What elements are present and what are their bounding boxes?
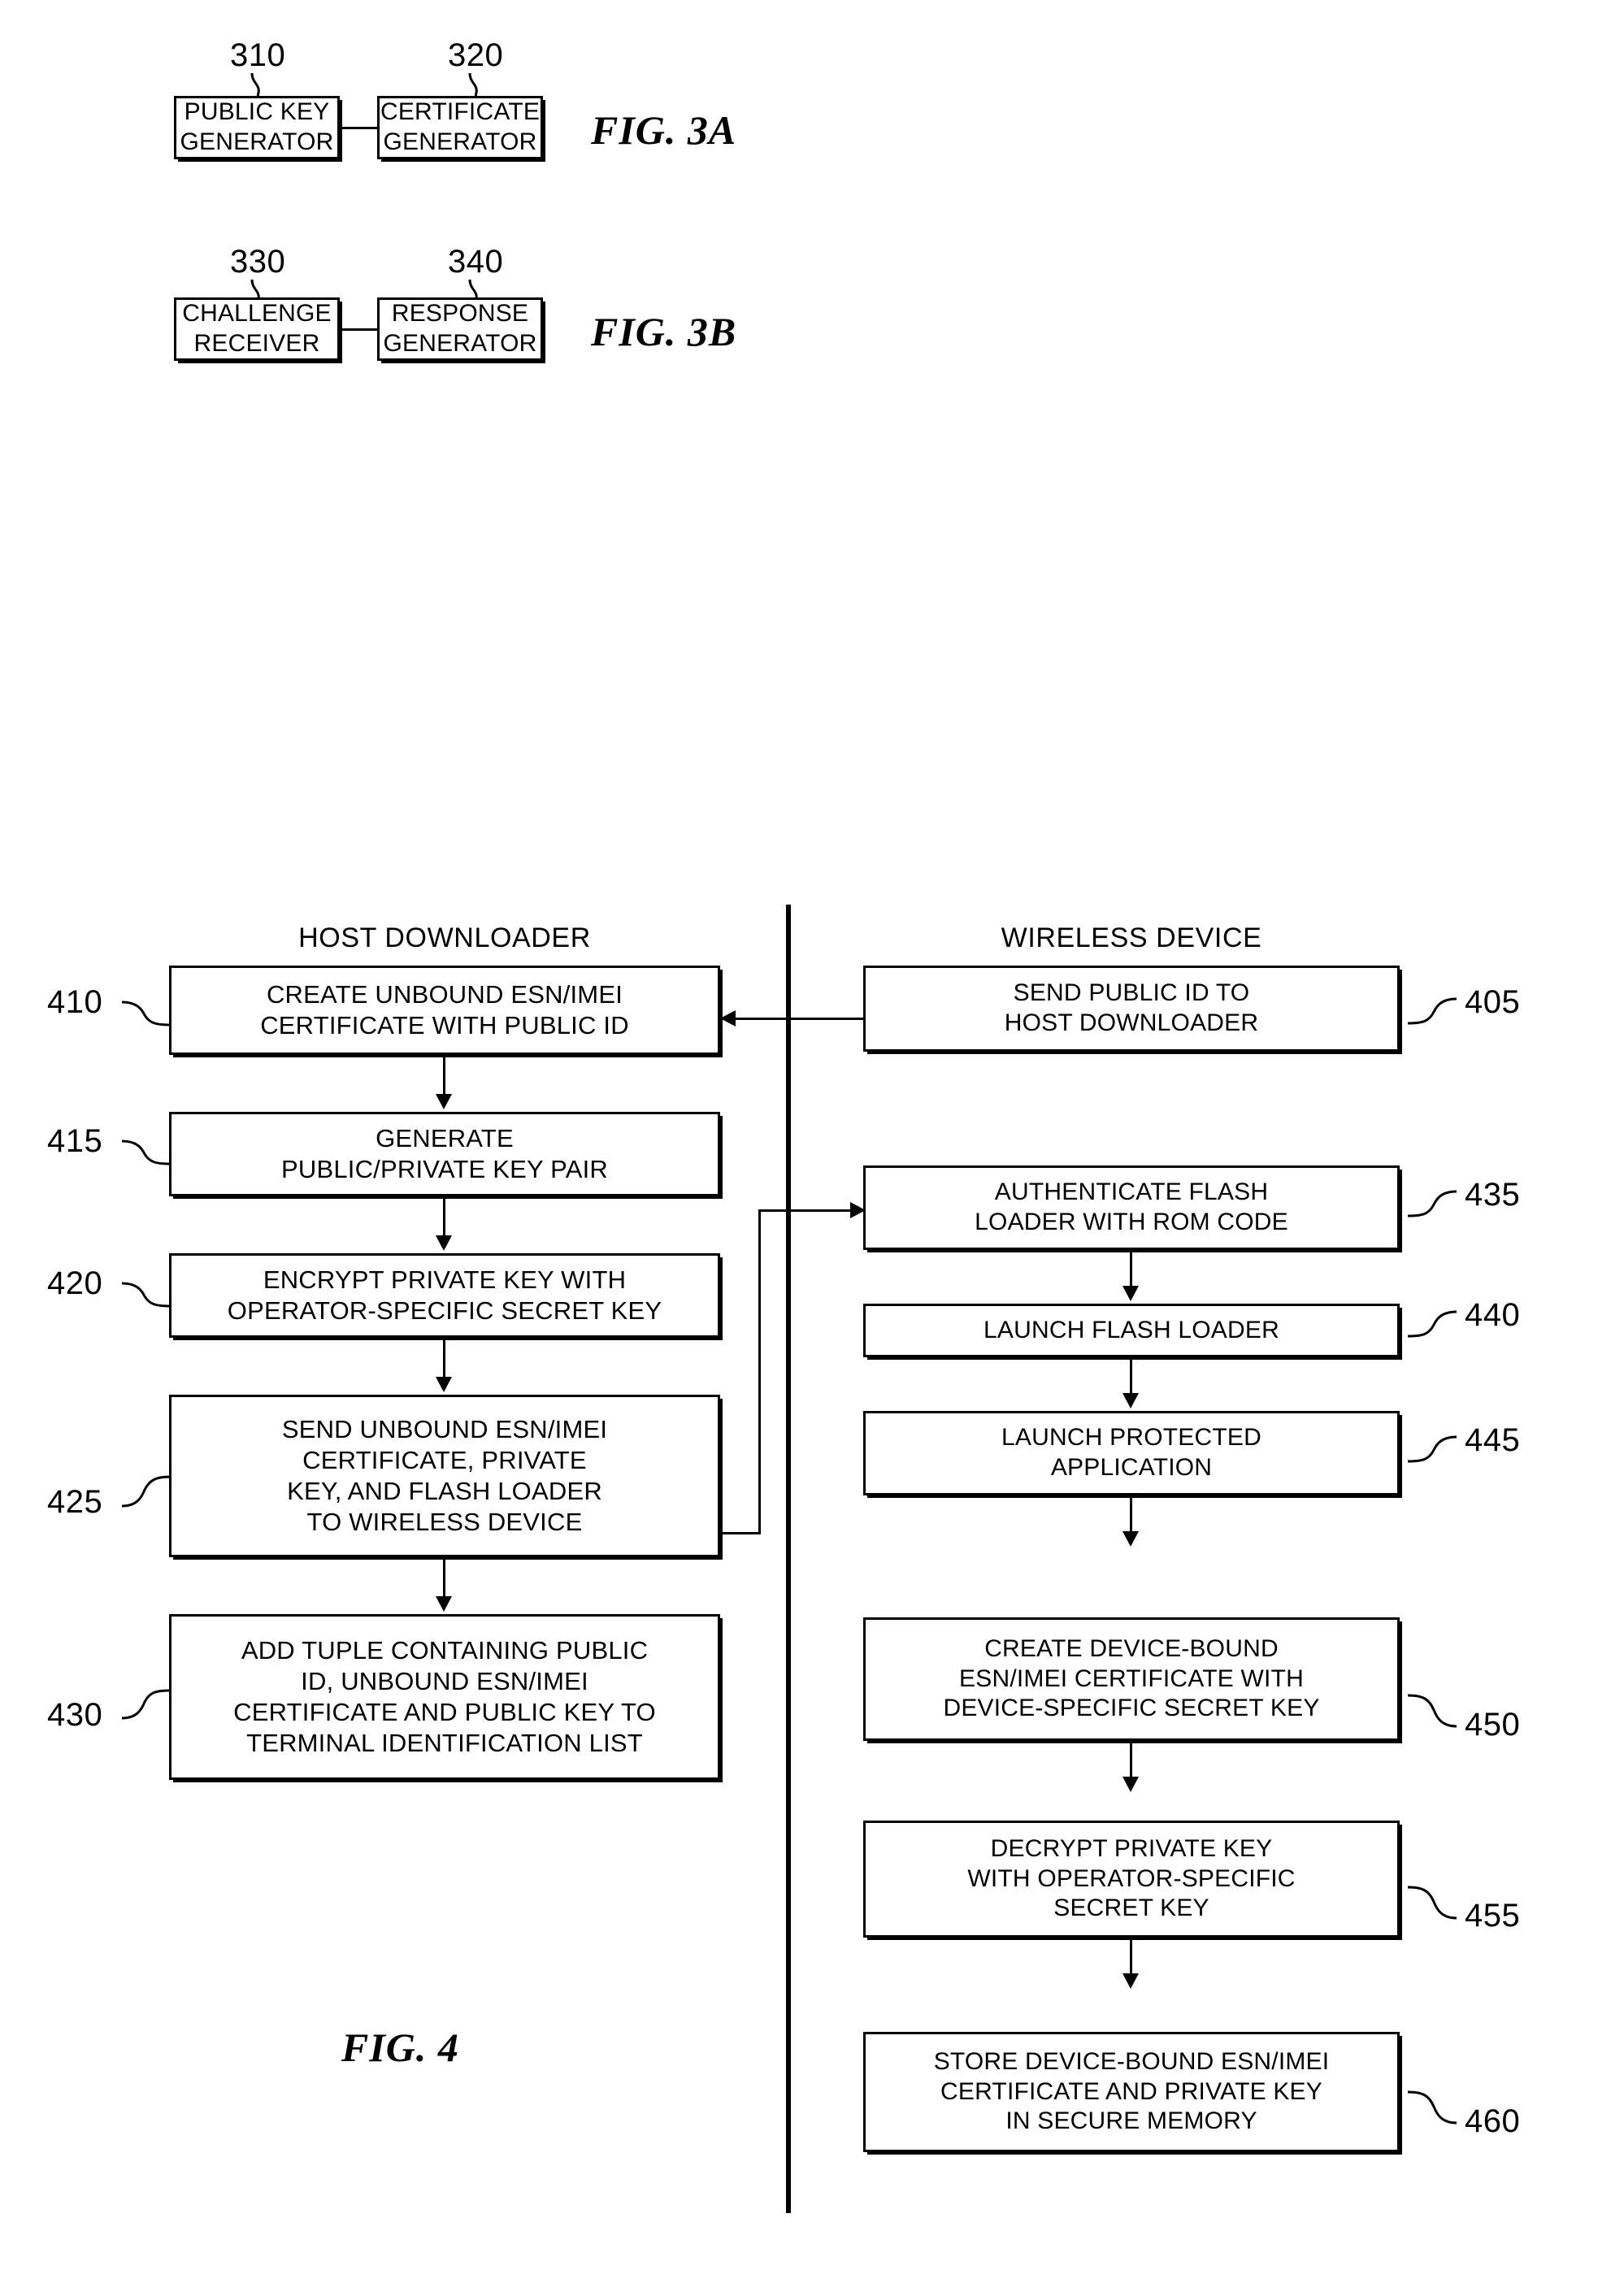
- step-405-send-public-id: SEND PUBLIC ID TO HOST DOWNLOADER: [863, 966, 1400, 1052]
- leader-line-415: [121, 1139, 172, 1165]
- block-public-key-generator: PUBLIC KEY GENERATOR: [174, 96, 340, 159]
- step-410-create-unbound-certificate: CREATE UNBOUND ESN/IMEI CERTIFICATE WITH…: [169, 966, 720, 1055]
- arrowhead-440-445: [1122, 1393, 1139, 1408]
- block-challenge-receiver: CHALLENGE RECEIVER: [174, 297, 340, 361]
- connector-420-425: [443, 1340, 445, 1379]
- leader-line-430: [121, 1689, 172, 1720]
- arrowhead-435-440: [1122, 1286, 1139, 1301]
- leader-line-425: [121, 1475, 172, 1508]
- leader-line-410: [121, 1000, 172, 1026]
- step-label: LAUNCH FLASH LOADER: [984, 1316, 1279, 1343]
- block-certificate-generator: CERTIFICATE GENERATOR: [377, 96, 543, 159]
- swimlane-divider: [786, 905, 791, 2213]
- step-425-send-unbound-certificate: SEND UNBOUND ESN/IMEI CERTIFICATE, PRIVA…: [169, 1395, 720, 1557]
- leader-line-445: [1407, 1435, 1457, 1463]
- connector-410-415: [443, 1057, 445, 1096]
- leader-line-455: [1407, 1886, 1457, 1920]
- step-440-launch-flash-loader: LAUNCH FLASH LOADER: [863, 1304, 1400, 1357]
- leader-line-460: [1407, 2090, 1457, 2125]
- connector-415-420: [443, 1199, 445, 1238]
- block-response-generator: RESPONSE GENERATOR: [377, 297, 543, 361]
- column-header-host-downloader: HOST DOWNLOADER: [298, 922, 591, 953]
- ref-number-430: 430: [47, 1697, 103, 1733]
- step-460-store-device-bound-certificate: STORE DEVICE-BOUND ESN/IMEI CERTIFICATE …: [863, 2032, 1400, 2152]
- arrowhead-420-425: [436, 1377, 452, 1392]
- leader-line-405: [1407, 997, 1457, 1025]
- step-label: SEND PUBLIC ID TO HOST DOWNLOADER: [1004, 979, 1259, 1036]
- connector-425-430: [443, 1560, 445, 1599]
- figure-caption-4: FIG. 4: [341, 2025, 459, 2070]
- connector-440-445: [1130, 1360, 1132, 1395]
- step-label: SEND UNBOUND ESN/IMEI CERTIFICATE, PRIVA…: [281, 1415, 608, 1536]
- arrowhead-455-460: [1122, 1973, 1139, 1989]
- arrowhead-445-450: [1122, 1531, 1139, 1547]
- step-450-create-device-bound-certificate: CREATE DEVICE-BOUND ESN/IMEI CERTIFICATE…: [863, 1617, 1400, 1741]
- leader-line-435: [1407, 1190, 1457, 1217]
- ref-number-420: 420: [47, 1265, 103, 1301]
- step-label: ENCRYPT PRIVATE KEY WITH OPERATOR-SPECIF…: [227, 1265, 662, 1325]
- block-label: CERTIFICATE GENERATOR: [380, 98, 541, 155]
- leader-line-450: [1407, 1694, 1457, 1728]
- arrowhead-450-455: [1122, 1777, 1139, 1792]
- arrowhead-405-to-410: [720, 1010, 736, 1026]
- step-label: ADD TUPLE CONTAINING PUBLIC ID, UNBOUND …: [233, 1636, 656, 1757]
- connector-425-to-435-seg-h2: [758, 1209, 852, 1212]
- figure-caption-3a: FIG. 3A: [591, 107, 737, 153]
- step-label: CREATE DEVICE-BOUND ESN/IMEI CERTIFICATE…: [943, 1635, 1320, 1722]
- ref-number-330: 330: [230, 244, 286, 280]
- ref-number-410: 410: [47, 984, 103, 1020]
- step-430-add-tuple: ADD TUPLE CONTAINING PUBLIC ID, UNBOUND …: [169, 1614, 720, 1780]
- block-label: CHALLENGE RECEIVER: [182, 300, 332, 357]
- step-415-generate-key-pair: GENERATE PUBLIC/PRIVATE KEY PAIR: [169, 1112, 720, 1196]
- step-label: AUTHENTICATE FLASH LOADER WITH ROM CODE: [975, 1178, 1288, 1235]
- block-label: RESPONSE GENERATOR: [383, 300, 537, 357]
- leader-line-420: [121, 1282, 172, 1308]
- ref-number-445: 445: [1465, 1422, 1521, 1458]
- ref-number-320: 320: [448, 37, 504, 73]
- ref-number-310: 310: [230, 37, 286, 73]
- connector-445-450: [1130, 1498, 1132, 1534]
- column-header-wireless-device: WIRELESS DEVICE: [1001, 922, 1262, 953]
- ref-number-405: 405: [1465, 984, 1521, 1020]
- arrowhead-425-430: [436, 1596, 452, 1612]
- connector-435-440: [1130, 1252, 1132, 1288]
- ref-number-415: 415: [47, 1123, 103, 1159]
- step-445-launch-protected-application: LAUNCH PROTECTED APPLICATION: [863, 1411, 1400, 1495]
- leader-line-440: [1407, 1310, 1457, 1338]
- connector-450-455: [1130, 1743, 1132, 1779]
- step-455-decrypt-private-key: DECRYPT PRIVATE KEY WITH OPERATOR-SPECIF…: [863, 1821, 1400, 1938]
- step-label: GENERATE PUBLIC/PRIVATE KEY PAIR: [281, 1124, 608, 1183]
- step-label: CREATE UNBOUND ESN/IMEI CERTIFICATE WITH…: [260, 980, 629, 1039]
- step-label: STORE DEVICE-BOUND ESN/IMEI CERTIFICATE …: [933, 2048, 1330, 2135]
- step-420-encrypt-private-key: ENCRYPT PRIVATE KEY WITH OPERATOR-SPECIF…: [169, 1253, 720, 1338]
- connector-455-460: [1130, 1940, 1132, 1976]
- connector-330-340: [340, 328, 377, 331]
- ref-number-450: 450: [1465, 1707, 1521, 1743]
- ref-number-455: 455: [1465, 1898, 1521, 1934]
- connector-425-to-435-seg-h1: [720, 1532, 761, 1534]
- arrowhead-410-415: [436, 1094, 452, 1109]
- arrowhead-415-420: [436, 1235, 452, 1251]
- step-label: LAUNCH PROTECTED APPLICATION: [1001, 1424, 1261, 1481]
- connector-425-to-435-seg-v: [758, 1209, 761, 1534]
- step-435-authenticate-flash-loader: AUTHENTICATE FLASH LOADER WITH ROM CODE: [863, 1165, 1400, 1250]
- block-label: PUBLIC KEY GENERATOR: [180, 98, 334, 155]
- connector-405-to-410: [734, 1018, 866, 1020]
- ref-number-435: 435: [1465, 1177, 1521, 1213]
- figure-caption-3b: FIG. 3B: [591, 309, 737, 354]
- ref-number-440: 440: [1465, 1297, 1521, 1333]
- ref-number-460: 460: [1465, 2103, 1521, 2139]
- step-label: DECRYPT PRIVATE KEY WITH OPERATOR-SPECIF…: [967, 1835, 1296, 1922]
- connector-310-320: [340, 127, 377, 129]
- ref-number-425: 425: [47, 1484, 103, 1520]
- ref-number-340: 340: [448, 244, 504, 280]
